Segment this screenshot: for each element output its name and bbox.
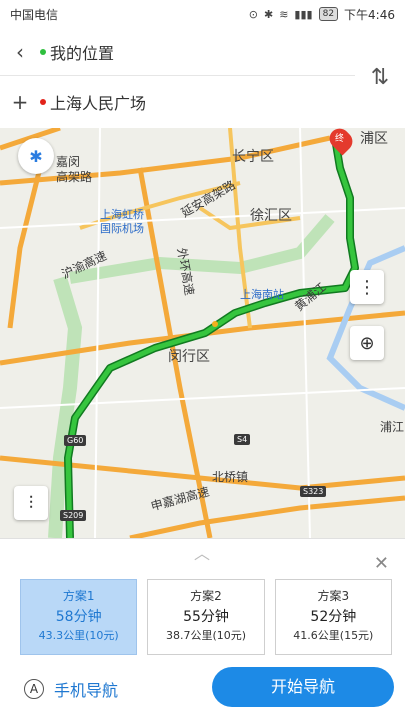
map-roads xyxy=(0,128,405,538)
bluetooth-button[interactable]: ✱ xyxy=(18,138,54,174)
back-icon[interactable]: ‹ xyxy=(0,40,40,64)
wifi-icon: ≋ xyxy=(279,7,289,21)
plan-time: 52分钟 xyxy=(310,609,357,625)
route-options-panel: ︿ ✕ 方案1 58分钟 43.3公里(10元) 方案2 55分钟 38.7公里… xyxy=(0,538,405,720)
clock: 下午4:46 xyxy=(344,7,395,22)
map-label: 浦江 xyxy=(380,420,405,434)
route-plan-3[interactable]: 方案3 52分钟 41.6公里(15元) xyxy=(274,579,392,655)
plan-time: 55分钟 xyxy=(183,609,229,625)
map-label: 徐汇区 xyxy=(250,208,292,224)
status-icons: ⊙ ✱ ≋ ▮▮▮ 82 下午4:46 xyxy=(249,6,395,23)
route-panel: ‹ 我的位置 + 上海人民广场 ⇅ xyxy=(0,28,405,128)
map-label: 国际机场 xyxy=(100,222,144,235)
destination-dot-icon xyxy=(40,99,46,105)
road-shield: S4 xyxy=(234,434,251,445)
plan-name: 方案1 xyxy=(62,589,95,603)
map-label: 浦区 xyxy=(360,131,388,147)
destination-text: 上海人民广场 xyxy=(50,94,147,113)
plan-name: 方案2 xyxy=(190,589,222,603)
plan-name: 方案3 xyxy=(317,589,350,603)
map-label: 北桥镇 xyxy=(212,470,249,484)
traffic-light-button[interactable]: ⋮ xyxy=(350,270,384,304)
route-plan-2[interactable]: 方案2 55分钟 38.7公里(10元) xyxy=(147,579,265,655)
destination-pin-label: 终 xyxy=(335,134,345,144)
map-label: 闵行区 xyxy=(168,349,210,365)
route-plan-1[interactable]: 方案1 58分钟 43.3公里(10元) xyxy=(20,579,138,655)
route-plan-list: 方案1 58分钟 43.3公里(10元) 方案2 55分钟 38.7公里(10元… xyxy=(20,579,392,655)
origin-text: 我的位置 xyxy=(50,43,115,63)
status-bar: 中国电信 ⊙ ✱ ≋ ▮▮▮ 82 下午4:46 xyxy=(0,0,405,28)
road-shield: G60 xyxy=(64,435,87,446)
destination-field[interactable]: + 上海人民广场 xyxy=(0,78,355,126)
swap-route-icon[interactable]: ⇅ xyxy=(367,60,393,96)
chevron-up-icon[interactable]: ︿ xyxy=(190,546,214,562)
map-label: 长宁区 xyxy=(232,149,274,165)
route-settings-button[interactable]: ⫶ xyxy=(14,486,48,520)
traffic-light-icon: ⋮ xyxy=(358,276,376,298)
map-view[interactable]: ✱ 终 长宁区 浦区 徐汇区 延安高架路 上海虹桥 国际机场 嘉闵 高架路 沪渝… xyxy=(0,128,405,538)
origin-field[interactable]: ‹ 我的位置 xyxy=(0,28,355,76)
road-shield: S323 xyxy=(300,486,327,497)
close-icon[interactable]: ✕ xyxy=(374,553,389,574)
origin-dot-icon xyxy=(40,48,46,55)
locate-button[interactable]: ⊕ xyxy=(350,326,384,360)
plan-detail: 41.6公里(15元) xyxy=(293,629,374,642)
battery-indicator: 82 xyxy=(318,7,339,21)
plan-detail: 43.3公里(10元) xyxy=(38,629,119,642)
road-shield: S209 xyxy=(60,510,87,521)
signal-icon: ▮▮▮ xyxy=(294,7,313,21)
phone-nav-button[interactable]: A 手机导航 xyxy=(24,677,118,701)
start-navigation-button[interactable]: 开始导航 xyxy=(212,667,394,707)
sliders-icon: ⫶ xyxy=(28,492,34,514)
phone-nav-label: 手机导航 xyxy=(54,681,119,700)
plan-detail: 38.7公里(10元) xyxy=(165,629,247,642)
bluetooth-icon: ✱ xyxy=(263,7,274,21)
carrier-label: 中国电信 xyxy=(10,7,59,22)
plan-time: 58分钟 xyxy=(55,609,102,625)
map-label: 高架路 xyxy=(56,170,93,184)
crosshair-icon: ⊕ xyxy=(359,332,375,354)
phone-nav-icon: A xyxy=(24,679,44,699)
add-waypoint-icon[interactable]: + xyxy=(0,90,40,114)
location-icon: ⊙ xyxy=(248,7,258,21)
map-label: 上海南站 xyxy=(240,288,284,301)
